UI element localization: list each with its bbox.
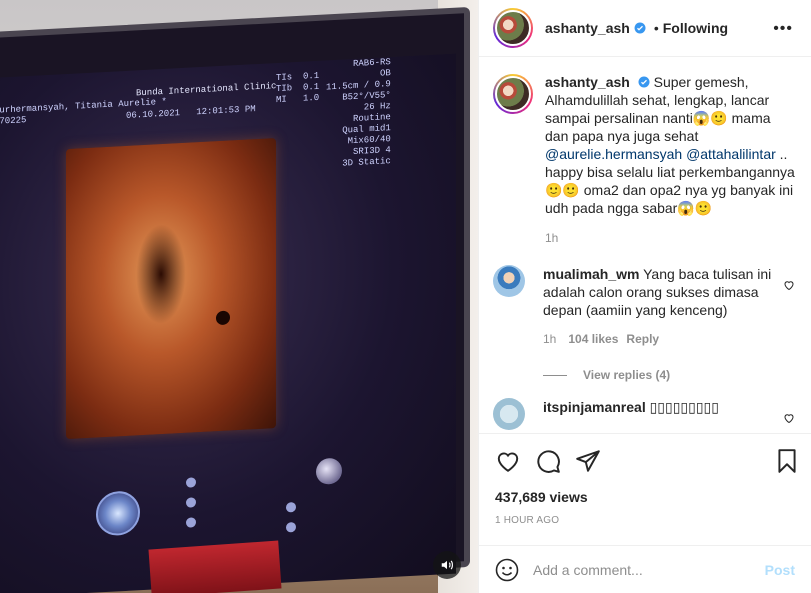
add-comment-bar: Post xyxy=(479,545,811,593)
share-icon[interactable] xyxy=(575,448,601,474)
ultrasound-screen: Nurhermansyah, Titania Aurelie * 670225 … xyxy=(0,53,456,593)
comment-meta: 1h 104 likes Reply xyxy=(543,332,785,346)
volume-icon xyxy=(441,560,453,570)
view-replies-button[interactable]: View replies (4) xyxy=(543,368,797,382)
comment-likes[interactable]: 104 likes xyxy=(568,332,618,346)
avatar-image xyxy=(495,76,531,112)
avatar-image xyxy=(495,10,531,46)
heart-icon[interactable] xyxy=(495,448,521,474)
probe-settings: RAB6-RS OB 11.5cm / 0.9 B52°/V55° 26 Hz … xyxy=(326,57,391,169)
action-bar xyxy=(479,433,811,489)
mention-link[interactable]: @aurelie.hermansyah xyxy=(545,146,682,162)
verified-badge-icon xyxy=(634,22,646,34)
comment-input[interactable] xyxy=(533,561,753,578)
bookmark-icon[interactable] xyxy=(774,448,800,474)
comment-username[interactable]: mualimah_wm xyxy=(543,266,639,282)
verified-badge-icon xyxy=(638,76,650,88)
comment-icon[interactable] xyxy=(535,448,561,474)
divider xyxy=(543,374,567,376)
control-dot xyxy=(286,502,296,513)
post-sidebar: ashanty_ash • Following ••• ashanty_ash … xyxy=(478,0,811,593)
caption-body: ashanty_ash Super gemesh, Alhamdulillah … xyxy=(545,73,795,245)
avatar[interactable] xyxy=(493,398,525,430)
caption-username[interactable]: ashanty_ash xyxy=(545,74,630,90)
comment-item: mualimah_wm Yang baca tulisan ini adalah… xyxy=(493,265,797,346)
control-dot xyxy=(186,477,196,488)
avatar[interactable] xyxy=(493,74,533,114)
comment-body: itspinjamanreal ▯▯▯▯▯▯▯▯▯ xyxy=(543,398,785,430)
reply-button[interactable]: Reply xyxy=(626,332,659,346)
scan-params: TIs 0.1 TIb 0.1 MI 1.0 xyxy=(276,70,320,106)
more-icon[interactable]: ••• xyxy=(773,20,793,38)
emoji-icon[interactable] xyxy=(495,558,519,582)
comment-username[interactable]: itspinjamanreal xyxy=(543,399,646,415)
control-knob xyxy=(96,490,140,537)
comment-item: itspinjamanreal ▯▯▯▯▯▯▯▯▯ xyxy=(493,398,797,430)
ultrasound-3d-image xyxy=(66,138,276,440)
caption: ashanty_ash Super gemesh, Alhamdulillah … xyxy=(493,73,797,245)
control-dot xyxy=(186,517,196,528)
caption-meta: 1h xyxy=(545,231,795,245)
post-header: ashanty_ash • Following ••• xyxy=(479,0,811,57)
separator: • xyxy=(653,20,659,36)
avatar[interactable] xyxy=(493,265,525,297)
scan-detail xyxy=(216,310,230,326)
heart-icon[interactable] xyxy=(783,279,795,291)
mention-link[interactable]: @attahalilintar xyxy=(686,146,776,162)
comment-text: ▯▯▯▯▯▯▯▯▯ xyxy=(649,399,719,415)
scan-shadow xyxy=(136,222,186,326)
post-media[interactable]: Nurhermansyah, Titania Aurelie * 670225 … xyxy=(0,0,478,593)
caption-time[interactable]: 1h xyxy=(545,231,558,245)
views-count[interactable]: 437,689 views xyxy=(495,489,588,505)
control-orb xyxy=(316,457,342,485)
heart-icon[interactable] xyxy=(783,412,795,424)
view-replies-label: View replies (4) xyxy=(583,368,671,382)
post-username[interactable]: ashanty_ash xyxy=(545,20,630,36)
red-object xyxy=(148,540,282,593)
following-button[interactable]: Following xyxy=(663,20,728,36)
mute-button[interactable] xyxy=(433,551,461,579)
post-timestamp[interactable]: 1 HOUR AGO xyxy=(495,515,559,526)
comment-time[interactable]: 1h xyxy=(543,332,556,346)
control-dot xyxy=(186,497,196,508)
comment-body: mualimah_wm Yang baca tulisan ini adalah… xyxy=(543,265,785,346)
avatar[interactable] xyxy=(493,8,533,48)
comments-list[interactable]: ashanty_ash Super gemesh, Alhamdulillah … xyxy=(479,57,811,433)
post-comment-button[interactable]: Post xyxy=(765,562,795,578)
control-dot xyxy=(286,522,296,533)
ultrasound-monitor: Nurhermansyah, Titania Aurelie * 670225 … xyxy=(0,6,470,593)
clinic-name: Bunda International Clinic xyxy=(136,81,277,99)
